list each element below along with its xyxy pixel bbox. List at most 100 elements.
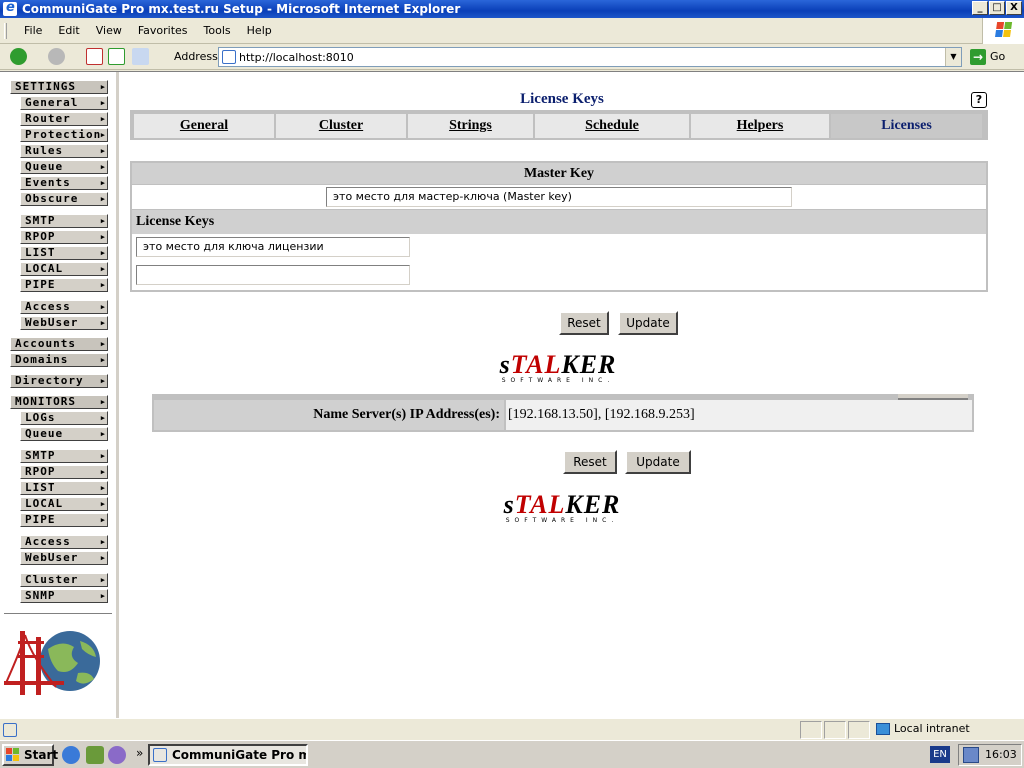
- update-button-2[interactable]: Update: [625, 450, 691, 474]
- reset-button[interactable]: Reset: [559, 311, 609, 335]
- address-dropdown-icon[interactable]: ▼: [945, 48, 961, 66]
- menu-favorites[interactable]: Favorites: [130, 24, 196, 37]
- license-keys-header: License Keys: [132, 210, 986, 234]
- sidebar-item-list[interactable]: LIST: [20, 246, 108, 260]
- tab-schedule[interactable]: Schedule: [535, 114, 689, 138]
- taskbar-ie-window[interactable]: CommuniGate Pro mx...: [148, 744, 308, 766]
- address-url: http://localhost:8010: [239, 51, 354, 64]
- go-button[interactable]: → Go: [968, 47, 1018, 67]
- stalker-logo-2: sTALKER SOFTWARE INC.: [503, 490, 621, 525]
- license-keys-body: это место для ключа лицензии: [132, 234, 986, 290]
- sidebar-item-monitor-local[interactable]: LOCAL: [20, 497, 108, 511]
- license-table: Master Key это место для мастер-ключа (M…: [130, 161, 988, 292]
- menu-view[interactable]: View: [88, 24, 130, 37]
- stop-icon[interactable]: [86, 48, 103, 65]
- status-cell: [848, 721, 870, 739]
- tab-helpers[interactable]: Helpers: [691, 114, 829, 138]
- help-icon[interactable]: ?: [971, 92, 987, 108]
- bridge-globe-icon: [4, 631, 100, 695]
- sidebar-item-local[interactable]: LOCAL: [20, 262, 108, 276]
- go-arrow-icon: →: [970, 49, 986, 65]
- settings-tabs: General Cluster Strings Schedule Helpers…: [130, 110, 988, 140]
- tab-strings[interactable]: Strings: [408, 114, 533, 138]
- sidebar-item-queue[interactable]: Queue: [20, 160, 108, 174]
- sidebar-item-monitor-pipe[interactable]: PIPE: [20, 513, 108, 527]
- refresh-icon[interactable]: [108, 48, 125, 65]
- reset-button-2[interactable]: Reset: [563, 450, 617, 474]
- ie-quicklaunch-icon[interactable]: [62, 746, 80, 764]
- sidebar-item-router[interactable]: Router: [20, 112, 108, 126]
- system-tray: 16:03: [958, 744, 1022, 766]
- sidebar-item-logs[interactable]: LOGs: [20, 411, 108, 425]
- main-content: License Keys ? General Cluster Strings S…: [122, 72, 1024, 719]
- clock: 16:03: [985, 748, 1017, 761]
- tab-licenses[interactable]: Licenses: [831, 114, 982, 138]
- menu-bar: File Edit View Favorites Tools Help: [0, 18, 1024, 44]
- messenger-quicklaunch-icon[interactable]: [108, 746, 126, 764]
- quicklaunch-chevron[interactable]: »: [136, 746, 143, 760]
- back-icon[interactable]: [10, 48, 27, 65]
- sidebar-item-webuser[interactable]: WebUser: [20, 316, 108, 330]
- sidebar-domains[interactable]: Domains: [10, 353, 108, 367]
- network-icon[interactable]: [963, 747, 979, 763]
- sidebar-item-monitor-access[interactable]: Access: [20, 535, 108, 549]
- sidebar-item-smtp[interactable]: SMTP: [20, 214, 108, 228]
- sidebar-settings[interactable]: SETTINGS: [10, 80, 108, 94]
- sidebar-item-monitor-smtp[interactable]: SMTP: [20, 449, 108, 463]
- menu-tools[interactable]: Tools: [196, 24, 239, 37]
- windows-flag-icon: [982, 18, 1024, 44]
- menu-help[interactable]: Help: [239, 24, 280, 37]
- status-cell: [824, 721, 846, 739]
- start-button[interactable]: Start: [2, 744, 58, 766]
- license-key-input-2[interactable]: [136, 265, 410, 285]
- security-zone: Local intranet: [872, 721, 1022, 739]
- sidebar-monitors[interactable]: MONITORS: [10, 395, 108, 409]
- sidebar-accounts[interactable]: Accounts: [10, 337, 108, 351]
- menu-edit[interactable]: Edit: [50, 24, 87, 37]
- window-title: CommuniGate Pro mx.test.ru Setup - Micro…: [22, 2, 461, 16]
- sidebar-item-protection[interactable]: Protection: [20, 128, 108, 142]
- sidebar-item-general[interactable]: General: [20, 96, 108, 110]
- menu-file[interactable]: File: [16, 24, 50, 37]
- sidebar-item-pipe[interactable]: PIPE: [20, 278, 108, 292]
- sidebar-directory[interactable]: Directory: [10, 374, 108, 388]
- name-server-table: Name Server(s) IP Address(es): [192.168.…: [152, 394, 974, 432]
- sidebar-divider: [4, 613, 112, 614]
- sidebar-item-obscure[interactable]: Obscure: [20, 192, 108, 206]
- mail-icon[interactable]: [132, 48, 149, 65]
- sidebar-item-monitor-rpop[interactable]: RPOP: [20, 465, 108, 479]
- sidebar-item-events[interactable]: Events: [20, 176, 108, 190]
- ie-icon: [153, 748, 167, 762]
- page-icon: [222, 50, 236, 64]
- address-input[interactable]: http://localhost:8010 ▼: [218, 47, 962, 67]
- status-bar: Local intranet: [0, 718, 1024, 740]
- sidebar-item-rpop[interactable]: RPOP: [20, 230, 108, 244]
- sidebar-item-rules[interactable]: Rules: [20, 144, 108, 158]
- intranet-icon: [876, 723, 890, 735]
- sidebar-item-snmp[interactable]: SNMP: [20, 589, 108, 603]
- stalker-logo: sTALKER SOFTWARE INC.: [499, 350, 617, 385]
- sidebar-item-monitor-list[interactable]: LIST: [20, 481, 108, 495]
- tab-cluster[interactable]: Cluster: [276, 114, 406, 138]
- ie-icon: [3, 0, 17, 17]
- master-key-header: Master Key: [132, 163, 986, 184]
- license-key-input-1[interactable]: это место для ключа лицензии: [136, 237, 410, 257]
- sidebar-item-cluster[interactable]: Cluster: [20, 573, 108, 587]
- sidebar-item-access[interactable]: Access: [20, 300, 108, 314]
- sidebar-item-monitor-queue[interactable]: Queue: [20, 427, 108, 441]
- maximize-button[interactable]: □: [989, 1, 1005, 15]
- menu-grip: [4, 23, 7, 39]
- minimize-button[interactable]: _: [972, 1, 988, 15]
- close-button[interactable]: X: [1006, 1, 1022, 15]
- master-key-input[interactable]: это место для мастер-ключа (Master key): [326, 187, 792, 207]
- media-quicklaunch-icon[interactable]: [86, 746, 104, 764]
- language-indicator[interactable]: EN: [930, 746, 950, 763]
- sidebar-item-monitor-webuser[interactable]: WebUser: [20, 551, 108, 565]
- master-key-row: это место для мастер-ключа (Master key): [132, 185, 986, 209]
- update-button[interactable]: Update: [618, 311, 678, 335]
- address-toolbar: Address http://localhost:8010 ▼ → Go: [0, 44, 1024, 70]
- window-title-bar: CommuniGate Pro mx.test.ru Setup - Micro…: [0, 0, 1024, 18]
- forward-icon[interactable]: [48, 48, 65, 65]
- page-status-icon: [3, 723, 17, 737]
- tab-general[interactable]: General: [134, 114, 274, 138]
